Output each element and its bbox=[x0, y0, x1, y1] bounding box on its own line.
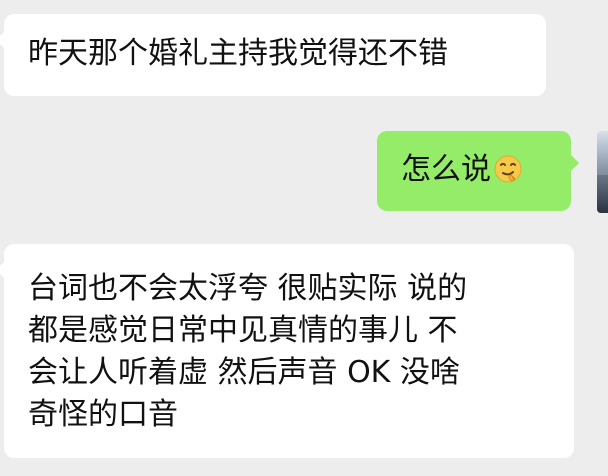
message-line: 奇怪的口音 bbox=[28, 397, 178, 432]
incoming-message-bubble[interactable]: 昨天那个婚礼主持我觉得还不错 bbox=[0, 14, 546, 96]
message-line: 都是感觉日常中见真情的事儿 不 bbox=[28, 313, 458, 348]
incoming-message-bubble[interactable]: 台词也不会太浮夸 很贴实际 说的 都是感觉日常中见真情的事儿 不 会让人听着虚 … bbox=[0, 244, 574, 458]
thinking-emoji-icon bbox=[493, 154, 523, 184]
outgoing-message-bubble[interactable]: 怎么说 bbox=[377, 131, 579, 211]
message-line: 台词也不会太浮夸 很贴实际 说的 bbox=[28, 271, 468, 306]
message-text: 昨天那个婚礼主持我觉得还不错 bbox=[28, 36, 448, 71]
profile-avatar[interactable] bbox=[597, 131, 608, 213]
message-text: 怎么说 bbox=[401, 152, 491, 187]
message-line: 会让人听着虚 然后声音 OK 没啥 bbox=[28, 355, 460, 390]
chat-conversation: 昨天那个婚礼主持我觉得还不错 怎么说 台词也不会太浮夸 很贴实际 说的 都是感觉… bbox=[0, 0, 608, 476]
